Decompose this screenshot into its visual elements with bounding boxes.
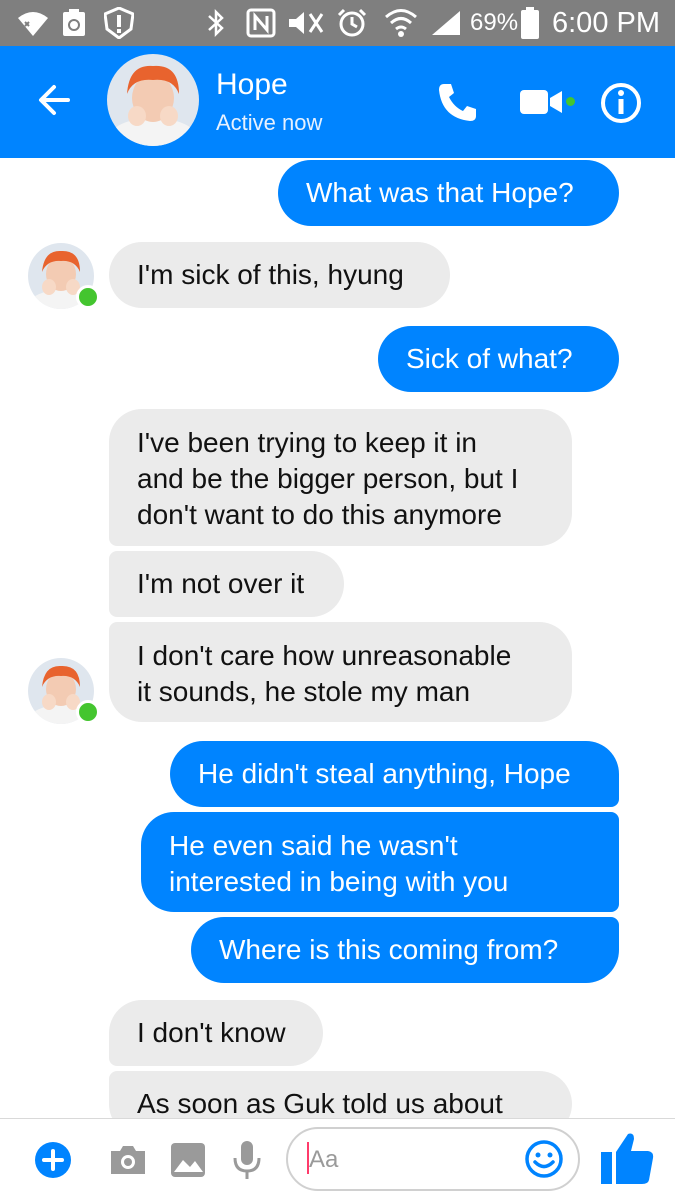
- battery-percent: 69%: [470, 9, 519, 36]
- nfc-icon: [246, 0, 276, 46]
- message-line: interested in being with you: [169, 866, 509, 897]
- wifi-calling-icon: [16, 0, 50, 46]
- signal-icon: [428, 0, 464, 46]
- message-line: I've been trying to keep it in: [137, 427, 477, 458]
- message-text: I don't know: [137, 1017, 286, 1048]
- bluetooth-icon: [206, 0, 226, 46]
- message-bubble-out: What was that Hope?: [278, 160, 619, 226]
- message-line: and be the bigger person, but I: [137, 463, 519, 494]
- wifi-icon: [384, 0, 418, 46]
- camera-icon[interactable]: [108, 1143, 148, 1177]
- message-bubble-in: I've been trying to keep it in and be th…: [109, 409, 572, 546]
- message-line: I don't care how unreasonable: [137, 640, 512, 671]
- alert-shield-icon: [104, 0, 134, 46]
- message-bubble-in: I don't care how unreasonable it sounds,…: [109, 622, 572, 722]
- message-text: Where is this coming from?: [219, 934, 559, 965]
- like-icon[interactable]: [598, 1130, 656, 1188]
- mute-icon: [286, 0, 326, 46]
- back-arrow-icon[interactable]: [34, 80, 74, 120]
- status-bar: 69% 6:00 PM: [0, 0, 675, 46]
- image-icon[interactable]: [170, 1142, 206, 1178]
- message-bubble-out: Sick of what?: [378, 326, 619, 392]
- alarm-icon: [336, 0, 368, 46]
- phone-icon[interactable]: [436, 80, 480, 124]
- message-text: I'm not over it: [137, 568, 305, 599]
- message-line: don't want to do this anymore: [137, 499, 502, 530]
- message-bubble-out: He didn't steal anything, Hope: [170, 741, 619, 807]
- contact-name: Hope: [216, 68, 288, 101]
- message-bubble-in: I don't know: [109, 1000, 323, 1066]
- active-status: Active now: [216, 110, 323, 135]
- video-active-dot: [566, 97, 575, 106]
- microphone-icon[interactable]: [232, 1140, 262, 1180]
- message-bubble-out: Where is this coming from?: [191, 917, 619, 983]
- message-text: What was that Hope?: [306, 177, 574, 208]
- message-text: He didn't steal anything, Hope: [198, 758, 571, 789]
- clock: 6:00 PM: [552, 6, 660, 39]
- message-line: it sounds, he stole my man: [137, 676, 471, 707]
- avatar[interactable]: [107, 54, 199, 146]
- active-indicator: [76, 285, 100, 309]
- recycle-icon: [62, 0, 86, 46]
- message-line: He even said he wasn't: [169, 830, 458, 861]
- message-bubble-in: I'm sick of this, hyung: [109, 242, 450, 308]
- active-indicator: [76, 700, 100, 724]
- message-text: As soon as Guk told us about: [137, 1088, 503, 1119]
- info-icon[interactable]: [599, 81, 643, 125]
- plus-icon[interactable]: [34, 1141, 72, 1179]
- battery-icon: [520, 0, 540, 46]
- message-bubble-in: I'm not over it: [109, 551, 344, 617]
- message-text: Sick of what?: [406, 343, 573, 374]
- message-placeholder: Aa: [309, 1146, 339, 1173]
- emoji-icon[interactable]: [524, 1139, 564, 1179]
- message-bubble-out: He even said he wasn't interested in bei…: [141, 812, 619, 912]
- video-camera-icon[interactable]: [518, 88, 564, 116]
- message-text: I'm sick of this, hyung: [137, 259, 404, 290]
